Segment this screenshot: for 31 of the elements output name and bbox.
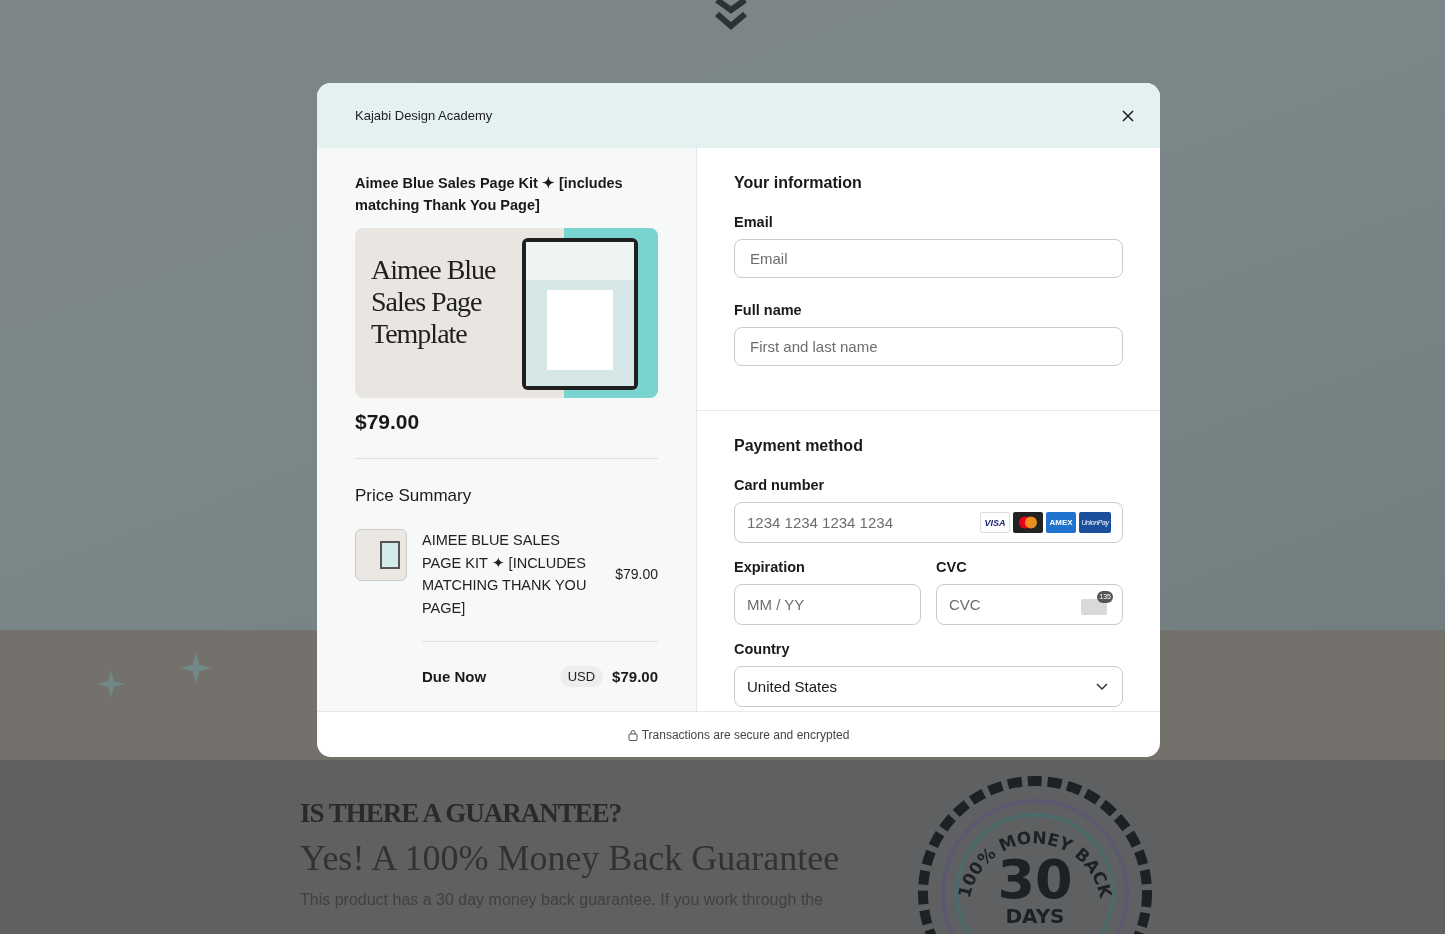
currency-badge: USD xyxy=(559,666,604,687)
input-field[interactable]: First and last name xyxy=(734,327,1123,366)
dialog-title: Kajabi Design Academy xyxy=(355,108,493,123)
field-label: CVC xyxy=(936,559,968,575)
product-thumbnail xyxy=(355,529,407,581)
expiration-field[interactable]: MM / YY xyxy=(734,584,921,625)
due-label: Due Now xyxy=(422,668,487,685)
sparkle-icon xyxy=(180,652,212,684)
product-title: Aimee Blue Sales Page Kit ✦ [includes matching Thank You Page] xyxy=(355,174,624,215)
section-title: Your information xyxy=(734,174,863,192)
section-title: Payment method xyxy=(734,437,864,455)
amex-logo-icon: AMEX xyxy=(1046,512,1076,533)
field-label: Full name xyxy=(734,302,803,318)
field-label: Card number xyxy=(734,477,826,493)
lock-icon xyxy=(627,728,638,741)
input-field[interactable]: Email xyxy=(734,239,1123,278)
field-label: Email xyxy=(734,214,774,230)
image-title: Aimee Blue Sales Page Template xyxy=(371,254,497,350)
field-label: Country xyxy=(734,641,791,657)
section-title: Price Summary xyxy=(355,486,473,506)
item-name: AIMEE BLUE SALES PAGE KIT ✦ [INCLUDES MATCHING THANK YOU PAGE] xyxy=(422,531,588,618)
chevron-down-icon xyxy=(1096,682,1108,691)
mastercard-logo-icon xyxy=(1013,512,1043,533)
due-amount: $79.00 xyxy=(612,668,658,685)
product-price: $79.00 xyxy=(355,410,421,434)
visa-logo-icon: VISA xyxy=(980,512,1010,533)
country-select[interactable]: United States xyxy=(734,666,1123,707)
security-note: Transactions are secure and encrypted xyxy=(641,727,850,742)
sparkle-icon xyxy=(97,670,125,698)
item-price: $79.00 xyxy=(615,566,658,582)
field-label: Expiration xyxy=(734,559,806,575)
